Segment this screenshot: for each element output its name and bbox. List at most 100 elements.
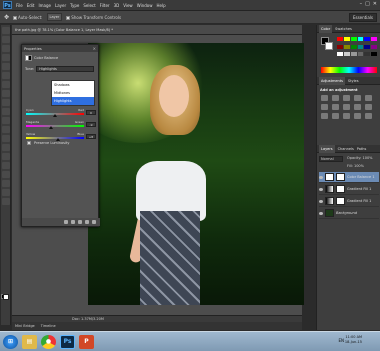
show-transform-checkbox[interactable]: Show Transform Controls [66,15,121,20]
trash-icon[interactable] [92,220,96,224]
slider-yellow-blue[interactable]: Yellow Blue +8 [26,132,96,141]
auto-select-checkbox[interactable]: Auto-Select: [13,15,43,20]
swatch[interactable] [364,52,371,57]
healing-tool-icon[interactable] [2,81,10,88]
selective-color-icon[interactable] [365,113,372,119]
brush-tool-icon[interactable] [2,90,10,97]
eraser-tool-icon[interactable] [2,117,10,124]
slider-knob[interactable] [53,114,57,117]
layer-mask-thumb[interactable] [336,173,345,181]
explorer-icon[interactable]: ▤ [22,334,37,349]
move-tool-icon[interactable]: ✥ [4,14,9,21]
menu-layer[interactable]: Layer [55,3,66,8]
blur-tool-icon[interactable] [2,135,10,142]
layer-name[interactable]: Gradient Fill 1 [347,199,371,203]
path-select-tool-icon[interactable] [2,171,10,178]
menu-file[interactable]: File [16,3,23,8]
clock[interactable]: 11:00 AM 18-Jun-15 [345,335,362,345]
visibility-icon[interactable] [85,220,89,224]
photoshop-taskbar-icon[interactable]: Ps [60,334,75,349]
blend-mode-select[interactable]: Normal [319,156,343,162]
view-previous-icon[interactable] [71,220,75,224]
tab-adjustments[interactable]: Adjustments [319,76,345,85]
layer-row[interactable]: Gradient Fill 1 [319,196,379,207]
levels-icon[interactable] [332,95,339,101]
auto-select-mode[interactable]: Layer [46,13,63,21]
opacity-field[interactable]: Opacity: 100% [347,156,373,160]
tone-select[interactable]: Highlights [36,66,95,72]
start-button[interactable]: ⊞ [3,334,18,349]
powerpoint-icon[interactable]: P [79,334,94,349]
history-brush-tool-icon[interactable] [2,108,10,115]
tab-color[interactable]: Color [319,24,333,33]
invert-icon[interactable] [321,113,328,119]
swatch[interactable] [371,37,377,41]
swatch[interactable] [350,52,357,57]
close-icon[interactable]: × [93,46,96,51]
tab-paths[interactable]: Paths [357,147,367,151]
channel-mixer-icon[interactable] [365,104,372,110]
zoom-tool-icon[interactable] [2,198,10,205]
hue-saturation-icon[interactable] [321,104,328,110]
curves-icon[interactable] [343,95,350,101]
slider-track[interactable] [26,137,84,139]
document-tab[interactable]: the path.jpg @ 78.1% (Color Balance 1, L… [12,25,302,35]
dodge-tool-icon[interactable] [2,144,10,151]
slider-magenta-green[interactable]: Magenta Green -9 [26,120,96,129]
swatch[interactable] [337,37,343,41]
menu-window[interactable]: Window [137,3,153,8]
chrome-icon[interactable]: ● [41,334,56,349]
slider-value[interactable]: 0 [86,110,96,115]
layer-row[interactable]: Background [319,208,379,219]
swatch[interactable] [337,52,343,57]
exposure-icon[interactable] [354,95,361,101]
slider-value[interactable]: +8 [86,134,96,139]
swatch[interactable] [357,52,364,57]
swatch[interactable] [343,52,350,57]
fill-field[interactable]: Fill: 100% [347,164,364,168]
shape-tool-icon[interactable] [2,180,10,187]
eye-icon[interactable] [319,199,323,203]
type-tool-icon[interactable] [2,162,10,169]
threshold-icon[interactable] [343,113,350,119]
tone-option-highlights[interactable]: Highlights [52,97,94,105]
color-bg-swatch[interactable] [325,42,333,50]
swatch[interactable] [364,37,371,41]
tone-option-shadows[interactable]: Shadows [52,81,94,89]
slider-track[interactable] [26,125,84,127]
brightness-contrast-icon[interactable] [321,95,328,101]
swatch[interactable] [343,37,350,41]
swatch[interactable] [337,44,343,49]
slider-knob[interactable] [48,126,53,129]
menu-filter[interactable]: Filter [100,3,110,8]
menu-select[interactable]: Select [83,3,95,8]
menu-image[interactable]: Image [38,3,51,8]
slider-value[interactable]: -9 [86,122,96,127]
preserve-luminosity-checkbox[interactable]: Preserve Luminosity [27,141,69,145]
menu-view[interactable]: View [123,3,133,8]
minimize-button[interactable]: – [360,1,363,7]
color-spectrum[interactable] [321,67,377,73]
photo-filter-icon[interactable] [354,104,361,110]
posterize-icon[interactable] [332,113,339,119]
lasso-tool-icon[interactable] [2,45,10,52]
background-color-swatch[interactable] [3,294,9,300]
marquee-tool-icon[interactable] [2,36,10,43]
layer-row[interactable]: Color Balance 1 [319,172,379,183]
language-indicator[interactable]: EN [338,338,344,343]
tab-channels[interactable]: Channels [338,147,354,151]
hand-tool-icon[interactable] [2,189,10,196]
menu-type[interactable]: Type [70,3,79,8]
tab-mini-bridge[interactable]: Mini Bridge [15,322,35,330]
eye-icon[interactable] [319,211,323,215]
tab-styles[interactable]: Styles [348,79,359,83]
clip-to-layer-icon[interactable] [64,220,68,224]
tone-option-midtones[interactable]: Midtones [52,89,94,97]
layer-row[interactable]: Gradient Fill 1 [319,184,379,195]
close-button[interactable]: ✕ [373,1,377,7]
tab-properties[interactable]: Properties [24,47,42,51]
swatch[interactable] [364,44,371,49]
workspace-select[interactable]: Essentials [348,13,377,22]
tab-timeline[interactable]: Timeline [41,322,56,330]
color-balance-icon[interactable] [332,104,339,110]
